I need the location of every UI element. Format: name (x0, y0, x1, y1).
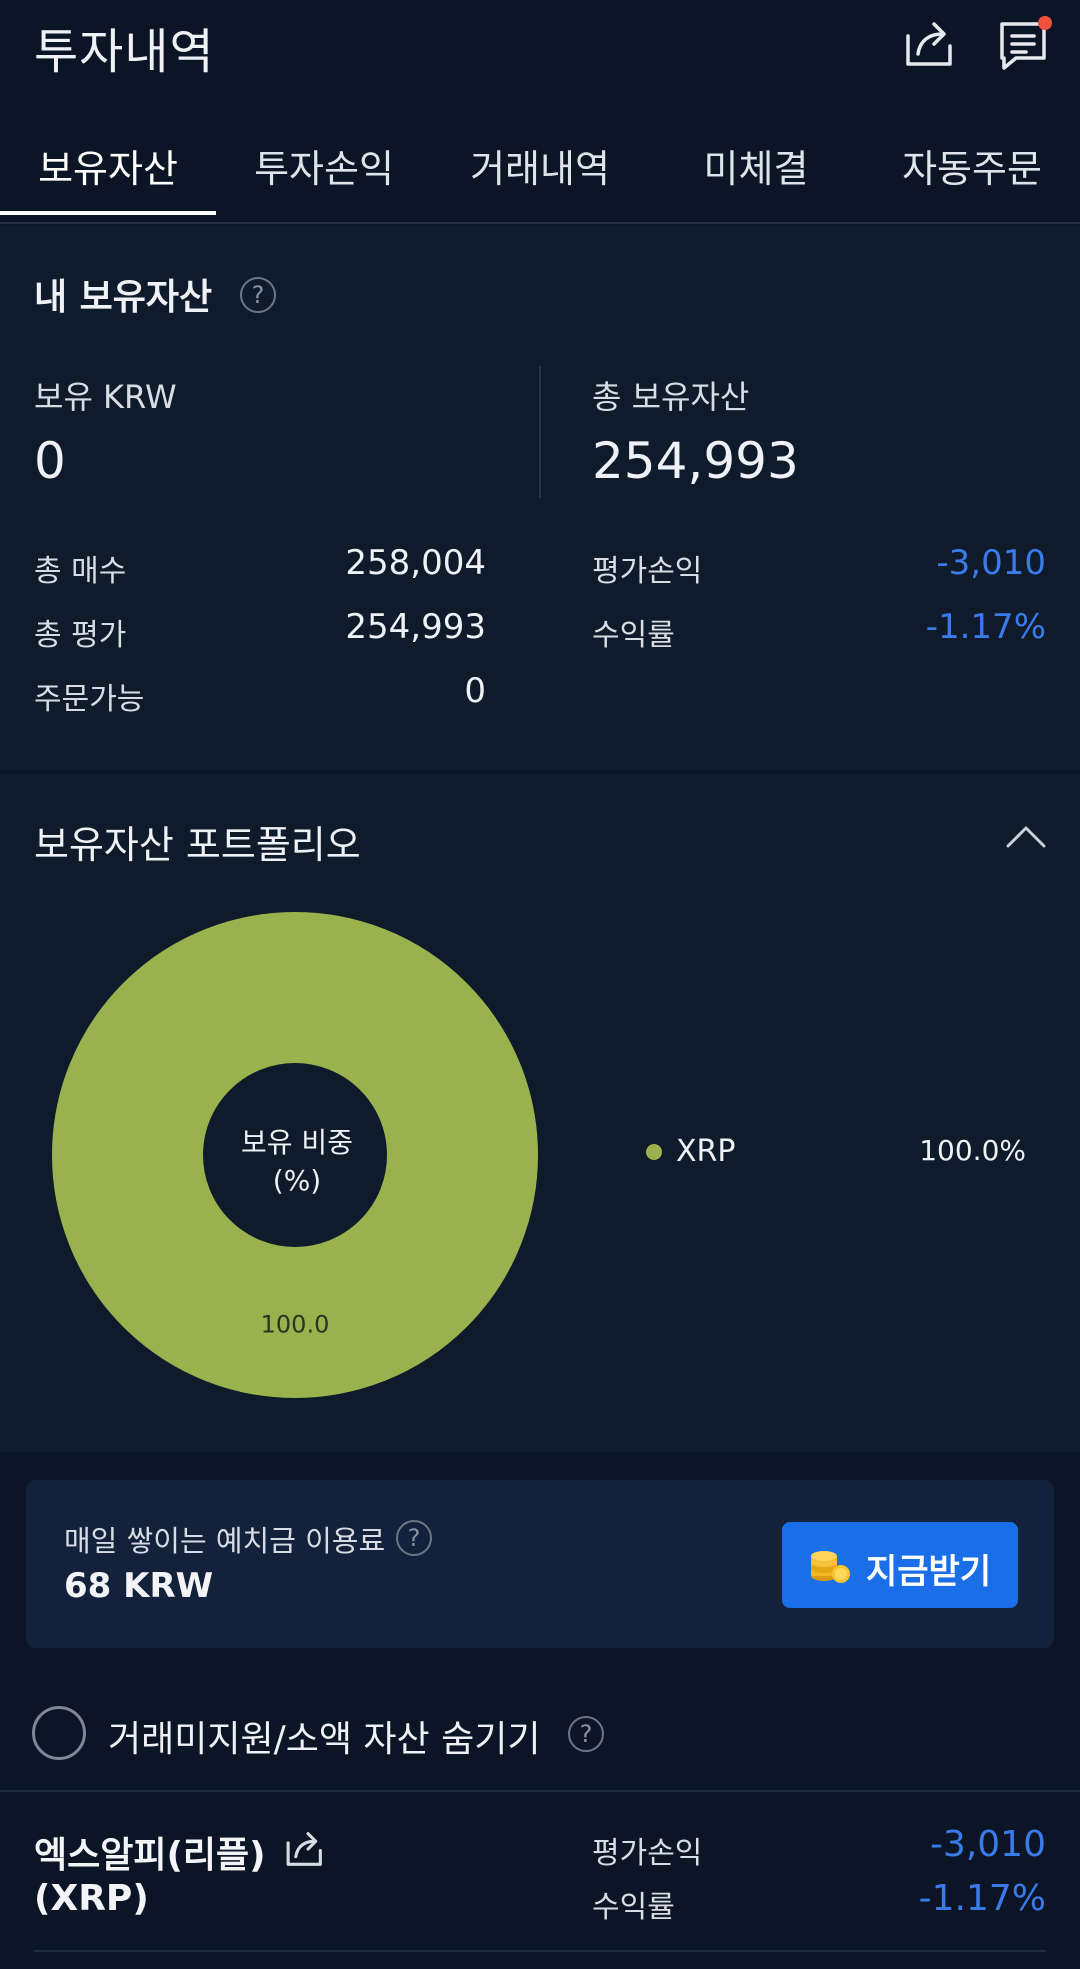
total-eval-value: 254,993 (345, 607, 486, 647)
total-assets-label: 총 보유자산 (592, 378, 750, 416)
deposit-fee-value: 68 KRW (64, 1566, 214, 1606)
asset-return-label: 수익률 (592, 1890, 675, 1925)
legend-percent-xrp: 100.0% (919, 1134, 1026, 1167)
donut-slice-label: 100.0 (261, 1311, 330, 1339)
legend-name-xrp: XRP (676, 1134, 736, 1169)
share-icon[interactable] (900, 14, 960, 74)
divider (0, 1790, 1080, 1792)
return-rate-label: 수익률 (592, 618, 675, 653)
notification-dot (1038, 16, 1052, 30)
krw-value: 0 (34, 432, 66, 490)
pnl-label: 평가손익 (592, 554, 703, 589)
return-rate-value: -1.17% (925, 607, 1046, 647)
donut-center-label: 보유 비중 (%) (200, 1124, 394, 1200)
holdings-title: 내 보유자산 (34, 277, 213, 318)
total-eval-label: 총 평가 (34, 618, 127, 653)
portfolio-title: 보유자산 포트폴리오 (34, 823, 361, 867)
help-icon[interactable]: ? (568, 1716, 604, 1752)
total-buy-label: 총 매수 (34, 554, 127, 589)
divider (34, 1950, 1046, 1952)
orderable-value: 0 (464, 671, 486, 711)
asset-return-value: -1.17% (918, 1878, 1046, 1919)
tab-label: 미체결 (703, 147, 809, 191)
tab-label: 투자손익 (254, 147, 394, 191)
page-title: 투자내역 (34, 24, 215, 80)
tab-label: 보유자산 (38, 147, 178, 191)
tab-history[interactable]: 거래내역 (432, 138, 648, 193)
total-buy-value: 258,004 (345, 543, 486, 583)
tab-label: 자동주문 (902, 147, 1042, 191)
claim-now-button[interactable]: 지금받기 (782, 1522, 1018, 1608)
asset-pnl-value: -3,010 (929, 1824, 1046, 1865)
orderable-label: 주문가능 (34, 682, 145, 717)
help-icon[interactable]: ? (396, 1520, 432, 1556)
hide-small-assets-label[interactable]: 거래미지원/소액 자산 숨기기 (108, 1710, 540, 1762)
tab-label: 거래내역 (470, 147, 610, 191)
donut-center-text-1: 보유 비중 (241, 1126, 353, 1159)
tab-bar: 보유자산 투자손익 거래내역 미체결 자동주문 (0, 120, 1080, 224)
deposit-fee-label: 매일 쌓이는 예치금 이용료 (64, 1524, 386, 1558)
help-icon[interactable]: ? (240, 277, 276, 313)
hide-small-assets-radio[interactable] (32, 1706, 86, 1760)
asset-ticker: (XRP) (34, 1878, 149, 1919)
legend-dot-xrp (646, 1144, 662, 1160)
total-assets-value: 254,993 (592, 432, 799, 490)
tab-auto-order[interactable]: 자동주문 (864, 138, 1080, 193)
tab-holdings[interactable]: 보유자산 (0, 138, 216, 215)
asset-pnl-label: 평가손익 (592, 1836, 703, 1871)
donut-center-text-2: (%) (272, 1164, 322, 1197)
coins-icon (808, 1542, 852, 1586)
chevron-up-icon[interactable] (1004, 818, 1048, 854)
message-icon[interactable] (994, 14, 1054, 74)
app-header: 투자내역 (0, 0, 1080, 100)
claim-now-label: 지금받기 (866, 1552, 992, 1592)
divider (539, 366, 541, 498)
tab-profit[interactable]: 투자손익 (216, 138, 432, 193)
asset-name[interactable]: 엑스알피(리플) (34, 1826, 266, 1878)
tab-pending[interactable]: 미체결 (648, 138, 864, 193)
krw-label: 보유 KRW (34, 378, 177, 416)
pnl-value: -3,010 (936, 543, 1046, 583)
active-tab-indicator (0, 211, 216, 215)
share-icon[interactable] (282, 1826, 328, 1872)
